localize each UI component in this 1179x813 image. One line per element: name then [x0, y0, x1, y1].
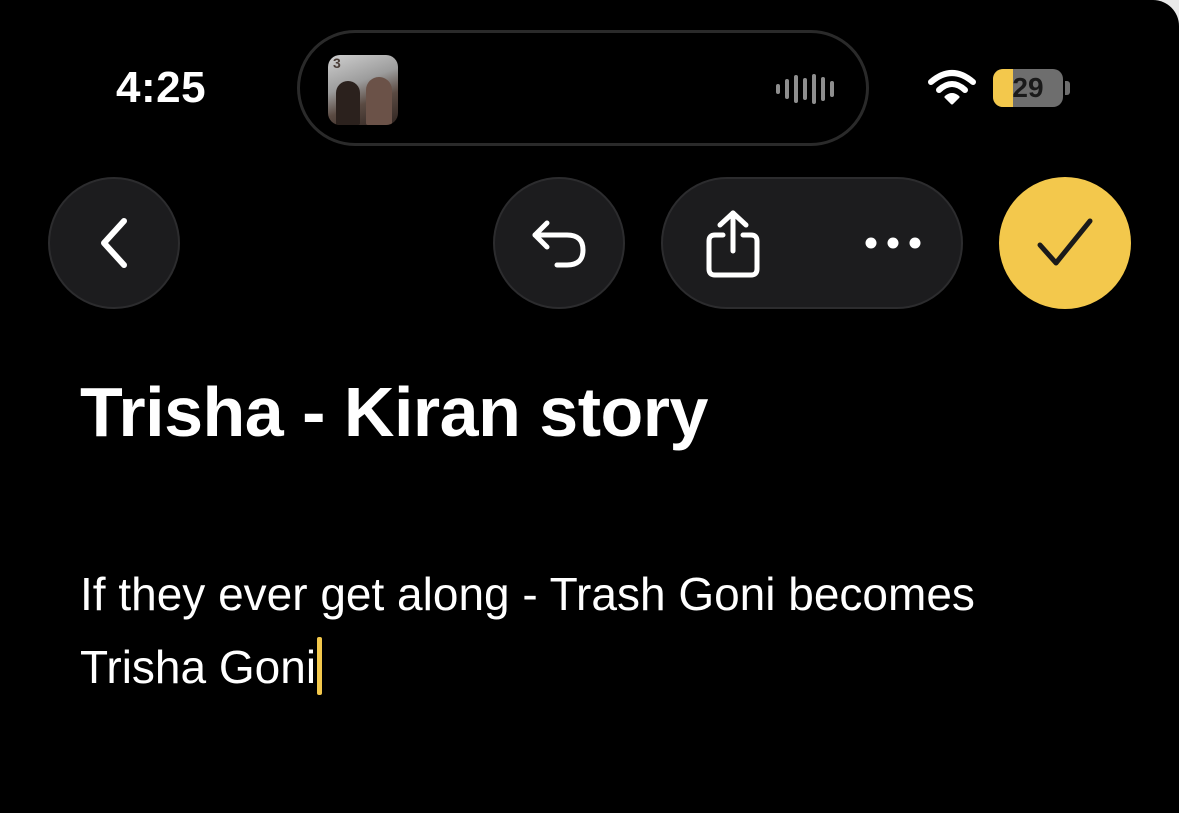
- done-button[interactable]: [999, 177, 1131, 309]
- back-button[interactable]: [48, 177, 180, 309]
- share-icon: [706, 210, 760, 278]
- status-time: 4:25: [116, 63, 207, 112]
- artwork-figure: [366, 77, 392, 125]
- artwork-number: 3: [333, 55, 341, 71]
- note-title[interactable]: Trisha - Kiran story: [80, 372, 708, 452]
- text-cursor: [317, 637, 323, 695]
- undo-arrow-icon: [532, 220, 586, 268]
- share-more-group: [661, 177, 963, 309]
- battery-icon: 29: [993, 69, 1071, 107]
- album-artwork[interactable]: 3: [328, 55, 398, 125]
- undo-button[interactable]: [493, 177, 625, 309]
- battery-level: 29: [1012, 72, 1044, 103]
- checkmark-icon: [1037, 218, 1093, 266]
- note-body-text[interactable]: If they ever get along - Trash Goni beco…: [80, 568, 975, 693]
- note-body[interactable]: If they ever get along - Trash Goni beco…: [80, 558, 1100, 704]
- battery-cap: [1065, 81, 1070, 95]
- notes-screen: 4:25 3 29 Trisha - Kiran story If they e…: [0, 0, 1179, 813]
- audio-waveform-icon: [776, 73, 834, 105]
- chevron-left-icon: [101, 218, 127, 268]
- wifi-icon: [927, 68, 977, 111]
- ellipsis-icon: [865, 237, 921, 249]
- more-button[interactable]: [853, 203, 933, 283]
- artwork-figure: [336, 81, 360, 125]
- share-button[interactable]: [693, 203, 773, 283]
